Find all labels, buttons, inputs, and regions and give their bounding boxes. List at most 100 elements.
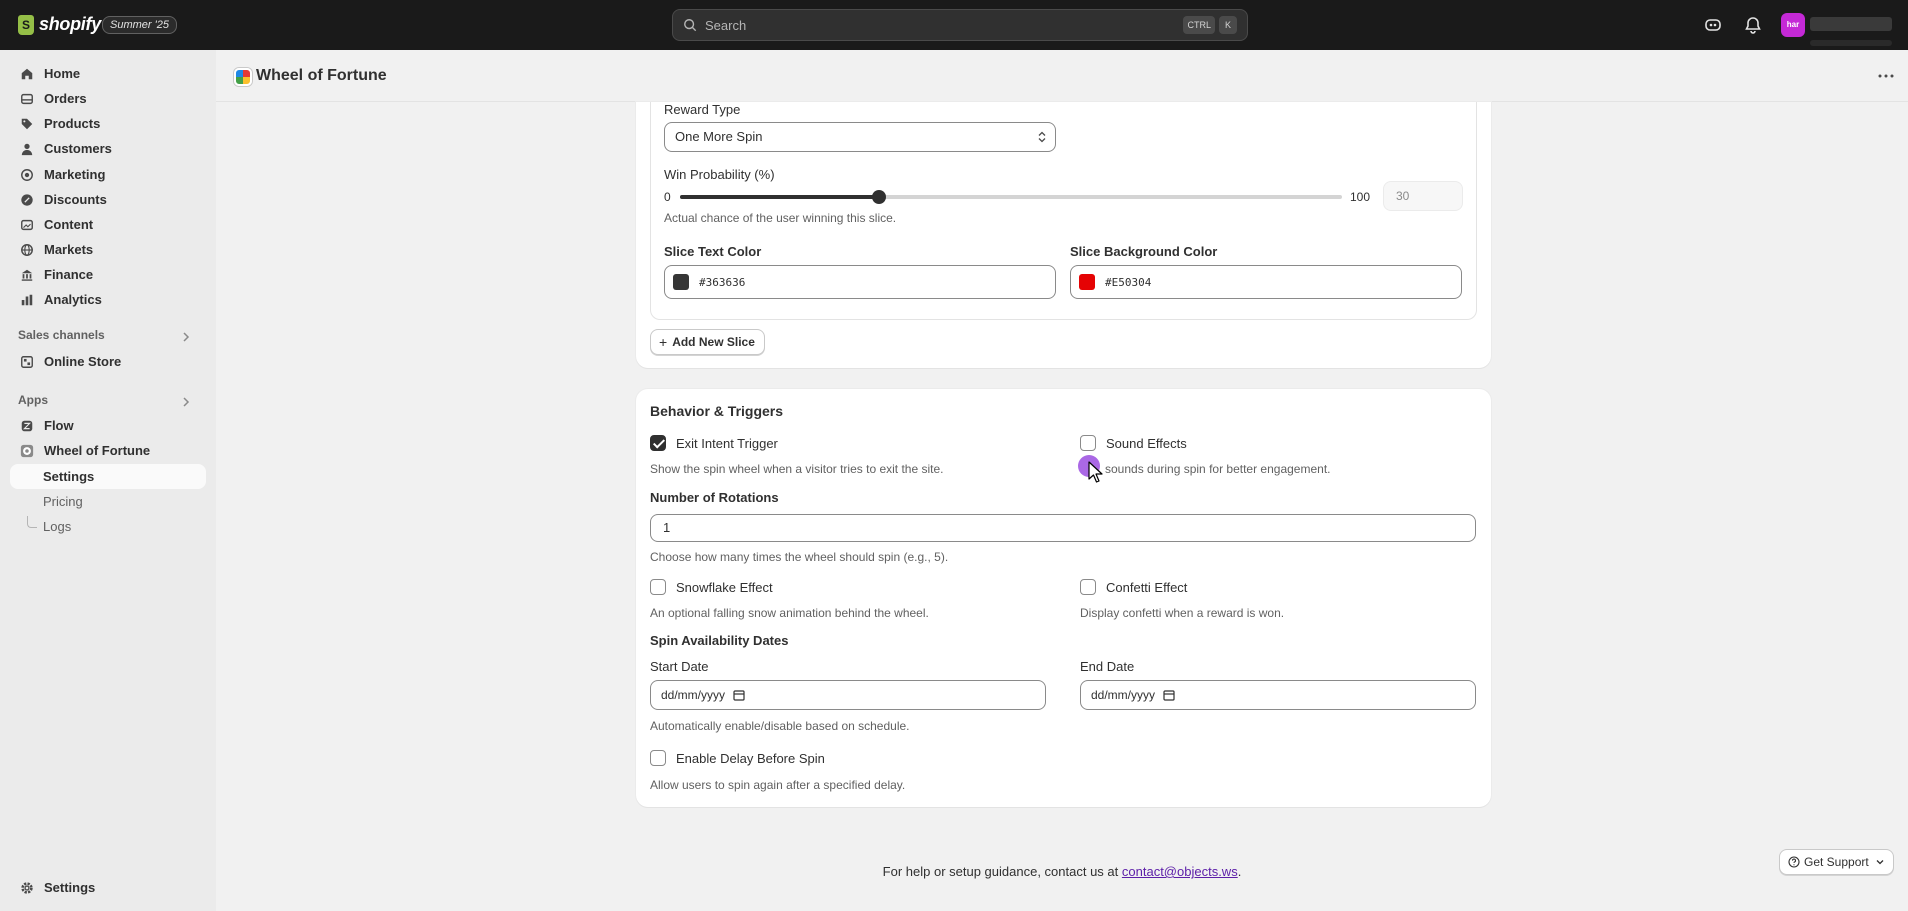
delay-checkbox[interactable] [650,750,666,766]
text-color-input[interactable]: #363636 [664,265,1056,299]
wheel-app-icon [234,68,252,86]
win-probability-label: Win Probability (%) [664,167,775,182]
calendar-icon[interactable] [1163,689,1175,701]
reward-type-select[interactable]: One More Spin [664,122,1056,152]
edition-badge[interactable]: Summer '25 [102,16,177,34]
behavior-title: Behavior & Triggers [650,403,784,419]
sidebar-subitem-settings[interactable]: Settings [10,464,206,489]
sidebar-item-markets[interactable]: Markets [10,237,206,262]
plus-icon: + [659,334,668,350]
customers-icon [21,143,33,155]
sales-channels-heading[interactable]: Sales channels [18,328,105,342]
sidebar-item-analytics[interactable]: Analytics [10,287,206,312]
store-name-redacted-underline [1810,40,1892,46]
sidekick-icon[interactable] [1703,15,1723,35]
chevron-right-icon[interactable] [180,331,192,343]
start-date-value: dd/mm/yyyy [661,688,726,702]
discounts-icon [21,193,33,206]
add-new-slice-button[interactable]: + Add New Slice [650,329,765,355]
home-icon [21,68,33,79]
markets-icon [21,243,33,256]
footer-period: . [1237,864,1242,879]
search-bar[interactable]: Search CTRL K [672,9,1248,41]
bg-color-input[interactable]: #E50304 [1070,265,1462,299]
sidebar-item-orders[interactable]: Orders [10,86,206,111]
start-date-label: Start Date [650,659,709,674]
sound-effects-row[interactable]: Sound Effects [1080,435,1187,451]
end-date-label: End Date [1080,659,1135,674]
text-color-swatch[interactable] [673,274,689,290]
behavior-card [636,389,1491,807]
sidebar-item-content[interactable]: Content [10,212,206,237]
help-circle-icon [1788,856,1800,868]
sidebar-item-wheel-of-fortune[interactable]: Wheel of Fortune [10,438,206,463]
sidebar-item-products[interactable]: Products [10,111,206,136]
store-name-redacted[interactable] [1810,17,1892,31]
sidebar-item-online-store[interactable]: Online Store [10,349,206,374]
snowflake-checkbox[interactable] [650,579,666,595]
exit-intent-row[interactable]: Exit Intent Trigger [650,435,778,451]
bg-color-swatch[interactable] [1079,274,1095,290]
add-new-slice-label: Add New Slice [672,335,755,349]
sidebar-item-settings[interactable]: Settings [10,875,206,900]
exit-intent-label: Exit Intent Trigger [676,435,778,451]
finance-icon [21,269,33,281]
confetti-row[interactable]: Confetti Effect [1080,579,1187,595]
sidebar-item-label: Products [44,116,101,131]
apps-heading[interactable]: Apps [18,393,48,407]
get-support-button[interactable]: Get Support [1779,849,1894,875]
sidebar-item-label: Wheel of Fortune [44,443,151,458]
win-probability-slider[interactable] [680,190,1342,204]
calendar-icon[interactable] [733,689,745,701]
content-icon [21,219,33,230]
win-probability-help: Actual chance of the user winning this s… [664,211,897,225]
exit-intent-help: Show the spin wheel when a visitor tries… [650,462,944,476]
help-footer: For help or setup guidance, contact us a… [216,864,1908,879]
shopify-logo[interactable]: shopify [18,14,101,35]
reward-type-label: Reward Type [664,102,741,117]
more-actions-icon[interactable] [1878,72,1894,80]
sidebar-item-discounts[interactable]: Discounts [10,187,206,212]
page-title: Wheel of Fortune [256,67,387,84]
notifications-bell-icon[interactable] [1743,15,1763,35]
brand-name: shopify [39,14,101,34]
bg-color-label: Slice Background Color [1070,244,1218,259]
top-bar: shopify Summer '25 Search CTRL K har [0,0,1908,50]
confetti-label: Confetti Effect [1106,579,1188,595]
text-color-value: #363636 [699,275,746,289]
end-date-input[interactable]: dd/mm/yyyy [1080,680,1476,710]
sound-effects-checkbox[interactable] [1080,435,1096,451]
sound-effects-label: Sound Effects [1106,435,1187,451]
sidebar-item-home[interactable]: Home [10,61,206,86]
slider-thumb[interactable] [871,190,886,204]
exit-intent-checkbox[interactable] [650,435,666,451]
sidebar-item-label: Flow [44,418,74,433]
sidebar-item-label: Analytics [44,292,102,307]
sidebar-item-finance[interactable]: Finance [10,262,206,287]
snowflake-label: Snowflake Effect [676,579,773,595]
dates-help: Automatically enable/disable based on sc… [650,719,910,733]
rotations-input[interactable]: 1 [650,514,1476,542]
delay-row[interactable]: Enable Delay Before Spin [650,750,825,766]
confetti-help: Display confetti when a reward is won. [1080,606,1285,620]
sidebar-item-label: Marketing [44,167,106,182]
contact-email-link[interactable]: contact@objects.ws [1122,864,1238,879]
sidebar-item-flow[interactable]: Flow [10,413,206,438]
sidebar-subitem-logs[interactable]: Logs [10,514,206,539]
sidebar-item-label: Finance [44,267,94,282]
start-date-input[interactable]: dd/mm/yyyy [650,680,1046,710]
sidebar-item-marketing[interactable]: Marketing [10,162,206,187]
confetti-checkbox[interactable] [1080,579,1096,595]
store-avatar[interactable]: har [1781,13,1805,37]
sidebar-item-customers[interactable]: Customers [10,136,206,161]
sidebar-item-label: Customers [44,141,112,156]
delay-help: Allow users to spin again after a specif… [650,778,906,792]
snowflake-row[interactable]: Snowflake Effect [650,579,773,595]
sidebar-subitem-pricing[interactable]: Pricing [10,489,206,514]
slider-fill [680,195,879,199]
win-probability-input[interactable]: 30 [1383,181,1463,211]
chevron-right-icon[interactable] [180,396,192,408]
sidebar-item-label: Orders [44,91,87,106]
sidebar-item-label: Content [44,217,94,232]
slider-max-value: 100 [1350,190,1371,204]
